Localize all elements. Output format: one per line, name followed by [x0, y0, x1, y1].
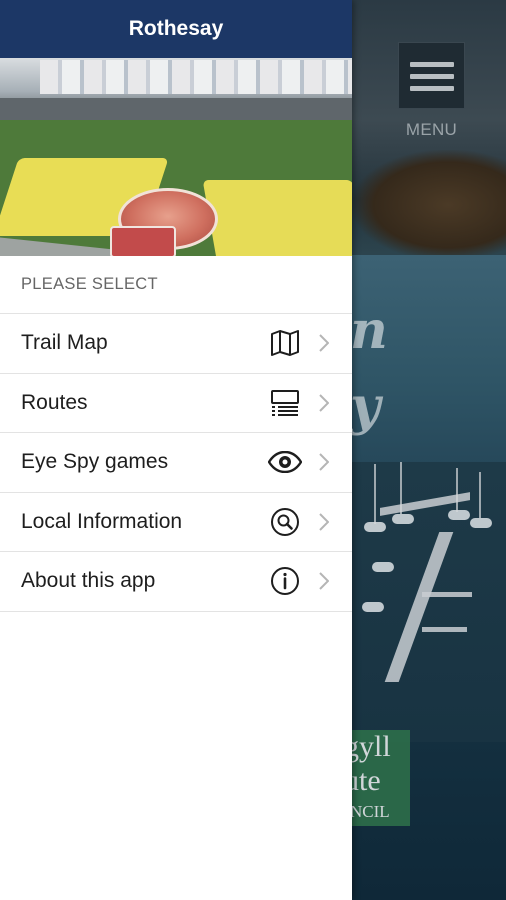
menu-button[interactable]: [398, 42, 465, 109]
council-logo-line: gyll: [352, 730, 391, 763]
section-label: PLEASE SELECT: [21, 275, 158, 293]
menu-item-label: Routes: [21, 390, 88, 414]
menu-label: MENU: [405, 120, 458, 139]
background-marina: [352, 462, 506, 742]
navigation-drawer: Rothesay PLEASE SELECT Trail Map Routes …: [0, 0, 352, 900]
info-icon: [268, 564, 302, 598]
menu-item-label: Eye Spy games: [21, 450, 169, 474]
chevron-right-icon: [314, 571, 334, 591]
chevron-right-icon: [314, 452, 334, 472]
council-logo-line: ute: [352, 764, 381, 797]
menu-item-label: Trail Map: [21, 331, 108, 355]
chevron-right-icon: [314, 333, 334, 353]
menu-item-trail-map[interactable]: Trail Map: [0, 314, 352, 374]
search-icon: [268, 505, 302, 539]
background-hill: [352, 150, 506, 260]
menu-item-routes[interactable]: Routes: [0, 374, 352, 433]
council-logo: gyll ute NCIL: [352, 730, 410, 826]
menu-item-label: Local Information: [21, 509, 183, 533]
menu-item-local-information[interactable]: Local Information: [0, 493, 352, 552]
list-icon: [268, 386, 302, 420]
drawer-header: Rothesay: [0, 0, 352, 58]
chevron-right-icon: [314, 393, 334, 413]
map-icon: [268, 326, 302, 360]
council-logo-line: NCIL: [352, 802, 390, 821]
menu-item-label: About this app: [21, 569, 156, 593]
menu-item-about-this-app[interactable]: About this app: [0, 552, 352, 612]
drawer-title: Rothesay: [128, 17, 224, 40]
menu-list: Trail Map Routes Eye Spy games Local Inf…: [0, 313, 352, 612]
eye-icon: [268, 445, 302, 479]
menu-item-eye-spy-games[interactable]: Eye Spy games: [0, 433, 352, 493]
hero-image: [0, 58, 352, 256]
chevron-right-icon: [314, 512, 334, 532]
